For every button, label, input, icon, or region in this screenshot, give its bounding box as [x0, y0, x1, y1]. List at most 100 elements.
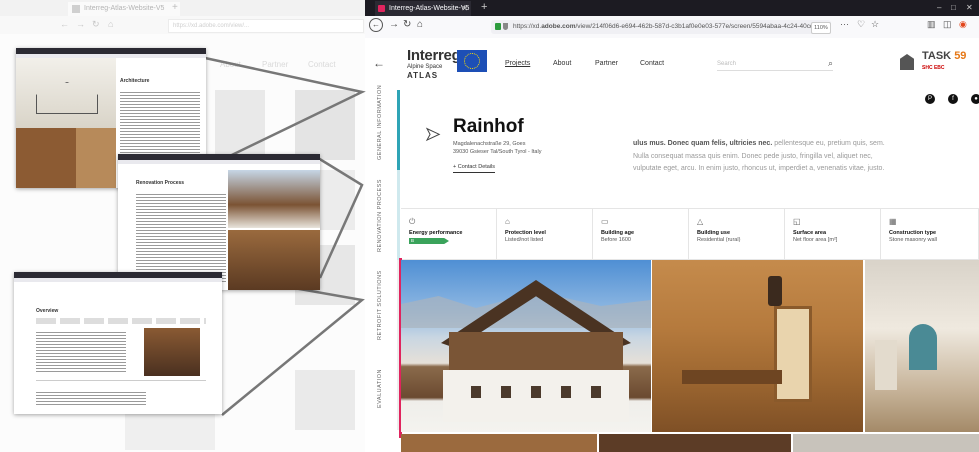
overlay-renovation-screen: Renovation Process [118, 154, 320, 290]
sidebar-icon[interactable]: ◫ [943, 19, 952, 30]
architecture-photo [76, 128, 116, 188]
bg-menu-item: Contact [308, 60, 336, 69]
wall-icon: ▦ [889, 217, 897, 226]
retrofit-photo [144, 328, 200, 376]
home-icon[interactable]: ⌂ [417, 19, 423, 30]
overlay-text-block [136, 194, 226, 284]
attr-building-use: △ Building use Residential (rural) [689, 209, 785, 259]
calendar-icon: ▭ [601, 217, 609, 226]
site-header: ← Interreg Alpine Space ATLAS Projects A… [365, 38, 979, 90]
tab-favicon-icon [378, 5, 385, 12]
building-attributes: ⏻ Energy performance B ⌂ Protection leve… [401, 208, 979, 260]
attr-building-age: ▭ Building age Before 1600 [593, 209, 689, 259]
search-icon[interactable]: ⌕ [828, 57, 833, 69]
bg-back-arrow-icon[interactable]: ← [60, 19, 69, 29]
task-subtitle: SHC EBC [922, 65, 945, 71]
bg-url-bar[interactable]: https://xd.adobe.com/view/... [168, 19, 364, 33]
bg-tab-title: Interreg-Atlas-Website-V5 [84, 5, 165, 12]
renovation-photo [228, 170, 320, 228]
side-nav-retrofit-solutions[interactable]: RETROFIT SOLUTIONS [377, 270, 383, 340]
bg-new-tab-icon[interactable]: + [172, 2, 178, 13]
overlay-text-block [36, 332, 126, 372]
energy-badge: B [409, 238, 449, 244]
overlay-tabs [36, 318, 206, 324]
task-house-icon [900, 54, 914, 70]
task-title: TASK 59 [922, 50, 967, 62]
pocket-icon[interactable]: ♡ [857, 19, 865, 30]
close-window-button[interactable]: ✕ [966, 0, 973, 16]
side-nav-renovation-process[interactable]: RENOVATION PROCESS [377, 179, 383, 252]
active-tab[interactable]: Interreg-Atlas-Website-V5 ✕ [375, 1, 471, 16]
forward-arrow-icon[interactable]: → [389, 19, 399, 30]
close-tab-icon[interactable]: ✕ [461, 1, 468, 16]
bg-menu-item: Partner [262, 60, 289, 69]
bg-thumbnail [215, 90, 265, 160]
pinterest-icon[interactable]: P [925, 94, 935, 104]
bg-reload-icon[interactable]: ↻ [92, 19, 100, 30]
new-tab-button[interactable]: + [481, 0, 487, 15]
building-address: Magdalenachstraße 29, Goes 39030 Gsieser… [453, 141, 542, 155]
minimize-button[interactable]: – [937, 0, 941, 16]
attr-energy-performance: ⏻ Energy performance B [401, 209, 497, 259]
facebook-icon[interactable]: f [948, 94, 958, 104]
architecture-drawing [16, 58, 116, 128]
reload-icon[interactable]: ↻ [403, 19, 411, 30]
url-domain: adobe.com [541, 23, 576, 30]
nav-contact[interactable]: Contact [640, 60, 664, 67]
logo-line1: Interreg [407, 47, 461, 64]
building-name: Rainhof [453, 116, 524, 137]
url-path: /view/214f06d6-e694-462b-587d-c3b1af0e0e… [575, 23, 814, 30]
nav-projects[interactable]: Projects [505, 60, 530, 67]
library-icon[interactable]: ▥ [927, 19, 936, 30]
mouse-pointer-icon: ➤ [424, 124, 441, 145]
url-prefix: https://xd. [513, 23, 542, 30]
bg-tab-favicon-icon [72, 5, 80, 13]
attr-protection-level: ⌂ Protection level Listed/not listed [497, 209, 593, 259]
photo-thumbnail[interactable] [793, 434, 979, 452]
attr-surface-area: ◱ Surface area Net floor area [m²] [785, 209, 881, 259]
bg-thumbnail [295, 90, 355, 160]
page-actions-icon[interactable]: ··· [840, 19, 849, 29]
task59-logo: TASK 59 SHC EBC [900, 48, 978, 82]
back-arrow-icon[interactable]: ← [369, 18, 383, 32]
zoom-level[interactable]: 110% [811, 22, 831, 34]
area-icon: ◱ [793, 217, 801, 226]
overlay-title: Overview [36, 308, 59, 314]
photo-interior-stube[interactable] [652, 260, 863, 432]
search-placeholder: Search [717, 61, 737, 67]
lock-icon [495, 23, 501, 30]
monument-icon: ⌂ [505, 217, 510, 226]
bg-home-icon[interactable]: ⌂ [108, 19, 113, 29]
logo-line2: Alpine Space [407, 64, 443, 70]
overlay-divider [36, 380, 206, 381]
bookmark-star-icon[interactable]: ☆ [871, 19, 879, 30]
shield-icon [503, 23, 508, 30]
photo-thumbnail[interactable] [401, 434, 597, 452]
nav-partner[interactable]: Partner [595, 60, 618, 67]
search-input[interactable]: Search ⌕ [717, 58, 833, 71]
maximize-button[interactable]: □ [951, 0, 956, 16]
site-back-arrow-icon[interactable]: ← [373, 56, 385, 70]
side-nav-general-information[interactable]: GENERAL INFORMATION [377, 85, 383, 160]
tab-strip: Interreg-Atlas-Website-V5 ✕ + – □ ✕ [365, 0, 979, 16]
renovation-photo [228, 230, 320, 290]
photo-interior-hallway[interactable] [865, 260, 979, 432]
photo-thumbnail[interactable] [599, 434, 791, 452]
bg-tab[interactable]: Interreg-Atlas-Website-V5 [68, 2, 180, 16]
building-description: ulus mus. Donec quam felis, ultricies ne… [633, 140, 885, 172]
contact-details-link[interactable]: + Contact Details [453, 164, 496, 173]
main-browser-window: Interreg-Atlas-Website-V5 ✕ + – □ ✕ ← → … [365, 0, 979, 452]
share-icon[interactable]: ● [971, 94, 979, 104]
side-nav-evaluation[interactable]: EVALUATION [377, 369, 383, 408]
bg-tab-strip: Interreg-Atlas-Website-V5 + [0, 0, 365, 16]
photo-exterior[interactable] [401, 260, 651, 432]
bg-forward-arrow-icon[interactable]: → [76, 19, 85, 29]
attr-construction-type: ▦ Construction type Stone masonry wall [881, 209, 979, 259]
firefox-account-icon[interactable]: ◉ [959, 19, 967, 30]
bg-menu-item: About [220, 60, 241, 69]
url-bar[interactable]: https://xd.adobe.com/view/214f06d6-e694-… [491, 20, 831, 34]
progress-segment [397, 170, 400, 260]
interreg-logo[interactable]: Interreg Alpine Space ATLAS [407, 47, 461, 80]
energy-icon: ⏻ [409, 217, 416, 226]
nav-about[interactable]: About [553, 60, 571, 67]
